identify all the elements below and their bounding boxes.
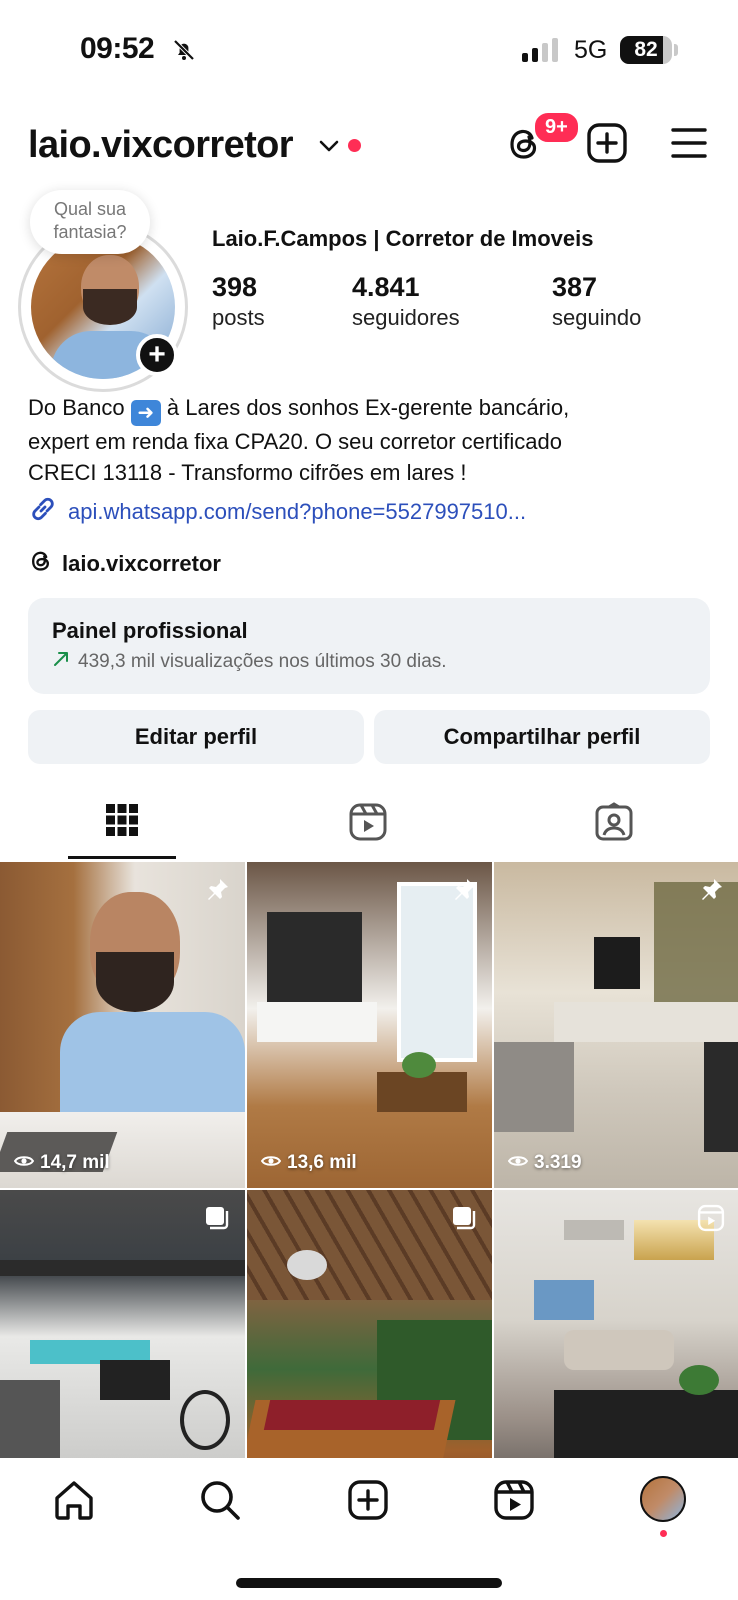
search-icon[interactable]: [198, 1478, 242, 1527]
chevron-down-icon[interactable]: [318, 138, 340, 159]
stat-posts[interactable]: 398 posts: [212, 272, 265, 331]
battery-icon: 82: [620, 36, 672, 64]
profile-header: laio.vixcorretor 9+: [0, 110, 738, 182]
status-bar: 09:52 5G 82: [0, 0, 738, 100]
signal-icon: [522, 38, 558, 62]
edit-profile-button[interactable]: Editar perfil: [28, 710, 364, 764]
following-label: seguindo: [552, 305, 642, 330]
stat-following[interactable]: 387 seguindo: [552, 272, 641, 331]
add-story-plus-icon[interactable]: +: [136, 334, 178, 376]
trend-up-arrow-icon: [52, 650, 70, 674]
stat-followers[interactable]: 4.841 seguidores: [352, 272, 460, 331]
status-time: 09:52: [80, 32, 155, 65]
share-profile-button[interactable]: Compartilhar perfil: [374, 710, 710, 764]
bio-line3: CRECI 13118 - Transformo cifrões em lare…: [28, 460, 467, 485]
views-count: 13,6 mil: [287, 1152, 357, 1173]
followers-label: seguidores: [352, 305, 460, 330]
bio-line2: expert em renda fixa CPA20. O seu corret…: [28, 429, 562, 454]
professional-dashboard-title: Painel profissional: [52, 618, 248, 643]
professional-dashboard[interactable]: Painel profissional 439,3 mil visualizaç…: [28, 598, 710, 694]
account-notification-dot: [348, 139, 361, 152]
profile-display-name: Laio.F.Campos | Corretor de Imoveis: [212, 226, 594, 251]
posts-count: 398: [212, 272, 258, 302]
profile-nav-avatar[interactable]: [640, 1476, 686, 1522]
grid-tab-icon[interactable]: [104, 802, 140, 843]
home-indicator[interactable]: [236, 1578, 502, 1588]
threads-handle[interactable]: laio.vixcorretor: [62, 551, 221, 577]
create-post-icon[interactable]: [346, 1478, 390, 1527]
grid-post[interactable]: 14,7 mil: [0, 862, 245, 1188]
grid-post[interactable]: [494, 1190, 738, 1458]
grid-post[interactable]: 3.319: [494, 862, 738, 1188]
grid-post[interactable]: [247, 1190, 492, 1458]
carousel-icon: [450, 1204, 478, 1237]
bell-muted-icon: [172, 38, 196, 67]
carousel-icon: [203, 1204, 231, 1237]
eye-icon: [260, 1152, 282, 1174]
pin-icon: [203, 876, 231, 909]
right-arrow-emoji-icon: ➜: [130, 400, 161, 426]
tagged-tab-icon[interactable]: [594, 802, 634, 847]
bio-line1-end: à Lares dos sonhos Ex-gerente bancário,: [166, 395, 570, 420]
followers-count: 4.841: [352, 272, 420, 302]
following-count: 387: [552, 272, 598, 302]
bio-line1-start: Do Banco: [28, 395, 125, 420]
views-summary: 439,3 mil visualizações nos últimos 30 d…: [78, 651, 447, 672]
account-username[interactable]: laio.vixcorretor: [28, 124, 294, 167]
eye-icon: [507, 1152, 529, 1174]
pin-icon: [697, 876, 725, 909]
link-icon: [28, 494, 58, 530]
reels-tab-icon[interactable]: [348, 802, 388, 847]
views-count: 3.319: [534, 1152, 582, 1173]
reels-nav-icon[interactable]: [492, 1478, 536, 1527]
hamburger-menu-icon[interactable]: [670, 126, 708, 165]
battery-level: 82: [634, 38, 658, 61]
threads-notification-badge: 9+: [532, 110, 581, 145]
post-views: 13,6 mil: [260, 1152, 357, 1174]
profile-link[interactable]: api.whatsapp.com/send?phone=5527997510..…: [28, 494, 526, 530]
avatar-note-bubble[interactable]: Qual sua fantasia?: [30, 190, 150, 254]
posts-grid: 14,7 mil 13,6 mil 3.319: [0, 862, 738, 1458]
new-post-icon[interactable]: [586, 122, 628, 169]
profile-bio: Do Banco ➜ à Lares dos sonhos Ex-gerente…: [28, 392, 708, 488]
grid-post[interactable]: [0, 1190, 245, 1458]
eye-icon: [13, 1152, 35, 1174]
threads-profile-link[interactable]: laio.vixcorretor: [28, 548, 221, 580]
home-icon[interactable]: [52, 1478, 96, 1527]
battery-nub: [674, 44, 678, 56]
threads-small-icon: [28, 548, 54, 580]
active-tab-indicator: [68, 856, 176, 859]
profile-tabs: [0, 790, 738, 860]
grid-post[interactable]: 13,6 mil: [247, 862, 492, 1188]
views-count: 14,7 mil: [40, 1152, 110, 1173]
link-text[interactable]: api.whatsapp.com/send?phone=5527997510..…: [68, 499, 526, 525]
network-type: 5G: [574, 36, 608, 64]
posts-label: posts: [212, 305, 265, 330]
reel-icon: [697, 1204, 725, 1237]
profile-nav-dot: [660, 1530, 667, 1537]
post-views: 3.319: [507, 1152, 582, 1174]
professional-dashboard-subtitle: 439,3 mil visualizações nos últimos 30 d…: [52, 650, 447, 674]
post-views: 14,7 mil: [13, 1152, 110, 1174]
pin-icon: [450, 876, 478, 909]
